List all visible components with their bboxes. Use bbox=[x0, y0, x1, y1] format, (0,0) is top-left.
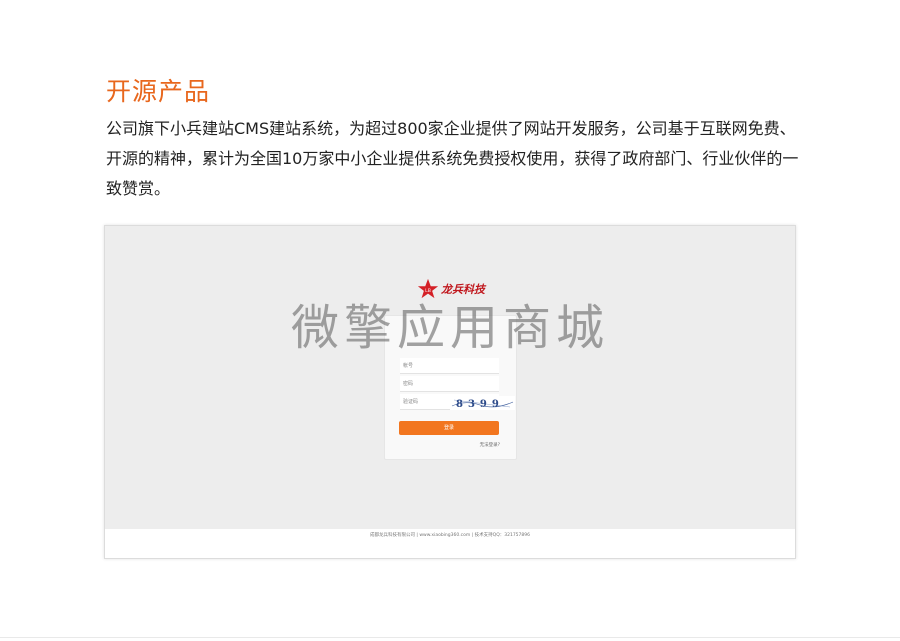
captcha-image[interactable]: 8399 bbox=[450, 396, 515, 410]
watermark-text: 微擎应用商城 bbox=[290, 300, 609, 356]
section-title: 开源产品 bbox=[106, 77, 211, 106]
forgot-login-link[interactable]: 无法登录? bbox=[480, 442, 500, 448]
page-divider bbox=[0, 637, 900, 638]
captcha-text: 8399 bbox=[456, 399, 504, 410]
captcha-input[interactable]: 验证码 8399 bbox=[400, 394, 515, 410]
login-button[interactable]: 登录 bbox=[399, 421, 499, 435]
account-input[interactable]: 帐号 bbox=[400, 358, 499, 374]
password-input[interactable]: 密码 bbox=[400, 376, 499, 392]
section-description: 公司旗下小兵建站CMS建站系统，为超过800家企业提供了网站开发服务，公司基于互… bbox=[106, 119, 799, 198]
preview-footer: 成都龙兵科技有限公司 | www.xiaobing360.com | 技术支持Q… bbox=[105, 529, 795, 558]
password-placeholder: 密码 bbox=[403, 381, 414, 387]
product-preview-screenshot: LB 龙兵科技 帐号 密码 验证码 8399 登录 无法登录? 微擎应用商城 成… bbox=[104, 225, 796, 559]
account-placeholder: 帐号 bbox=[403, 363, 414, 369]
captcha-placeholder: 验证码 bbox=[403, 399, 419, 405]
